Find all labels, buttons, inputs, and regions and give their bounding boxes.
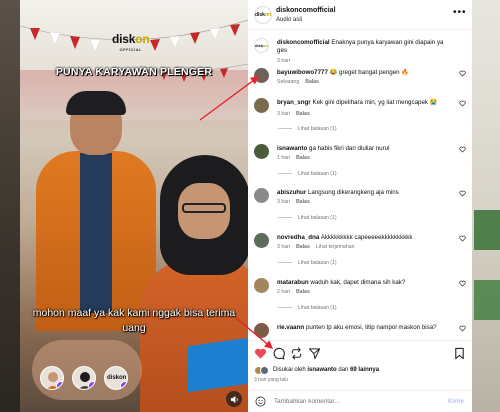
collab-avatars: diskon xyxy=(40,366,128,390)
liker-username[interactable]: isnawanto xyxy=(307,367,336,373)
view-replies-link[interactable]: Lihat balasan (1) xyxy=(278,171,337,177)
instagram-post-modal: diskon OFFICIAL PUNYA KARYAWAN PLENGER m… xyxy=(0,0,500,412)
comment-meta: Sekarang Balas xyxy=(277,79,320,85)
paper-plane-icon[interactable] xyxy=(308,347,321,360)
reply-button[interactable]: Balas xyxy=(296,199,310,205)
collab-avatar[interactable] xyxy=(72,366,96,390)
caption-author-avatar[interactable]: diskon xyxy=(254,38,269,53)
post-actions-bar xyxy=(248,340,472,364)
brand-logo: diskon OFFICIAL xyxy=(112,32,150,52)
liker-avatar xyxy=(260,366,269,375)
commenter-username: novredha_dna xyxy=(277,234,320,241)
caption-meta: 3 hari xyxy=(277,58,290,64)
reply-button[interactable]: Balas xyxy=(305,79,319,85)
commenter-username: rie.vaann xyxy=(277,324,305,331)
view-replies-link[interactable]: Lihat balasan (1) xyxy=(278,305,337,311)
audio-link[interactable]: Audio asli xyxy=(276,17,302,23)
video-blue-box xyxy=(188,337,248,393)
video-headline: PUNYA KARYAWAN PLENGER xyxy=(55,66,213,78)
likes-count[interactable]: 69 lainnya xyxy=(350,367,379,373)
background-left xyxy=(0,0,20,412)
commenter-username: isnawanto xyxy=(277,145,308,152)
heart-outline-icon[interactable] xyxy=(459,146,466,153)
commenter-avatar[interactable] xyxy=(254,278,269,293)
heart-outline-icon[interactable] xyxy=(459,70,466,77)
comment-meta: 3 hari Balas Lihat terjemahan xyxy=(277,244,355,250)
video-person-man xyxy=(36,91,156,331)
comment-composer: Kirim xyxy=(248,390,472,412)
commenter-avatar[interactable] xyxy=(254,323,269,338)
post-timestamp: 3 hari yang lalu xyxy=(254,377,288,383)
video-caption: mohon maaf ya kak kami nggak bisa terima… xyxy=(32,307,236,334)
bookmark-icon[interactable] xyxy=(453,347,466,360)
comment-text: bayuwibowo7777 😂 greget bangat pengen 🔥 xyxy=(277,69,410,76)
comment-meta: 3 hari Balas xyxy=(277,199,310,205)
reply-button[interactable]: Balas xyxy=(296,244,310,250)
commenter-avatar[interactable] xyxy=(254,144,269,159)
heart-outline-icon[interactable] xyxy=(459,100,466,107)
post-header: diskon diskoncomofficial Audio asli ••• xyxy=(248,0,472,30)
heart-outline-icon[interactable] xyxy=(459,190,466,197)
speech-bubble-icon[interactable] xyxy=(272,347,285,360)
reply-button[interactable]: Balas xyxy=(296,289,310,295)
view-replies-link[interactable]: Lihat balasan (1) xyxy=(278,260,337,266)
commenter-avatar[interactable] xyxy=(254,68,269,83)
more-options-icon[interactable]: ••• xyxy=(453,7,467,18)
comment-meta: 1 hari Balas xyxy=(277,155,310,161)
commenter-avatar[interactable] xyxy=(254,188,269,203)
translate-link[interactable]: Lihat terjemahan xyxy=(316,244,355,250)
post-details-panel: diskon diskoncomofficial Audio asli ••• … xyxy=(248,0,472,412)
post-author-username[interactable]: diskoncomofficial xyxy=(276,7,336,14)
commenter-avatar[interactable] xyxy=(254,233,269,248)
comment-text: bryan_sngr Kek gini dipelihara min, yg l… xyxy=(277,99,438,106)
commenter-username: bayuwibowo7777 xyxy=(277,69,328,76)
comment-input[interactable] xyxy=(274,395,434,408)
smiley-icon[interactable] xyxy=(255,396,266,407)
comment-meta: 2 hari Balas xyxy=(277,289,310,295)
mute-button[interactable] xyxy=(226,391,242,407)
background-right xyxy=(472,0,500,412)
comments-list[interactable]: diskon diskoncomofficial Enaknya punya k… xyxy=(248,30,472,340)
heart-outline-icon[interactable] xyxy=(459,280,466,287)
comment-text: abiszuhur Langsung dikerangkeng aja mins xyxy=(277,189,399,196)
commenter-username: matarabun xyxy=(277,279,309,286)
comment-meta: 3 hari Balas xyxy=(277,111,310,117)
caption-text: diskoncomofficial Enaknya punya karyawan… xyxy=(277,39,444,54)
comment-text: matarabun waduh kak, dapet dimana sih ka… xyxy=(277,279,406,286)
comment-text: rie.vaann punten tp aku emosi, titip nam… xyxy=(277,324,437,331)
post-author-avatar[interactable]: diskon xyxy=(254,6,272,24)
commenter-username: bryan_sngr xyxy=(277,99,311,106)
reply-button[interactable]: Balas xyxy=(296,155,310,161)
view-replies-link[interactable]: Lihat balasan (1) xyxy=(278,126,337,132)
background-banner xyxy=(474,210,500,250)
post-comment-button[interactable]: Kirim xyxy=(448,398,464,405)
heart-outline-icon[interactable] xyxy=(459,325,466,332)
heart-filled-icon[interactable] xyxy=(254,347,267,360)
speaker-icon xyxy=(230,395,238,403)
reply-button[interactable]: Balas xyxy=(296,111,310,117)
commenter-username: abiszuhur xyxy=(277,189,307,196)
view-replies-link[interactable]: Lihat balasan (1) xyxy=(278,215,337,221)
reel-video[interactable]: diskon OFFICIAL PUNYA KARYAWAN PLENGER m… xyxy=(20,0,248,412)
commenter-avatar[interactable] xyxy=(254,98,269,113)
collab-avatar[interactable] xyxy=(40,366,64,390)
caption-username: diskoncomofficial xyxy=(277,39,330,46)
comment-text: isnawanto ga habis fikri dan diuliar nur… xyxy=(277,145,390,152)
collab-avatar[interactable]: diskon xyxy=(104,366,128,390)
background-banner xyxy=(474,280,500,320)
comment-text: novredha_dna Akkkkkkkkk capeeeeekkkkkkkk… xyxy=(277,234,413,241)
heart-outline-icon[interactable] xyxy=(459,235,466,242)
repost-icon[interactable] xyxy=(290,347,303,360)
